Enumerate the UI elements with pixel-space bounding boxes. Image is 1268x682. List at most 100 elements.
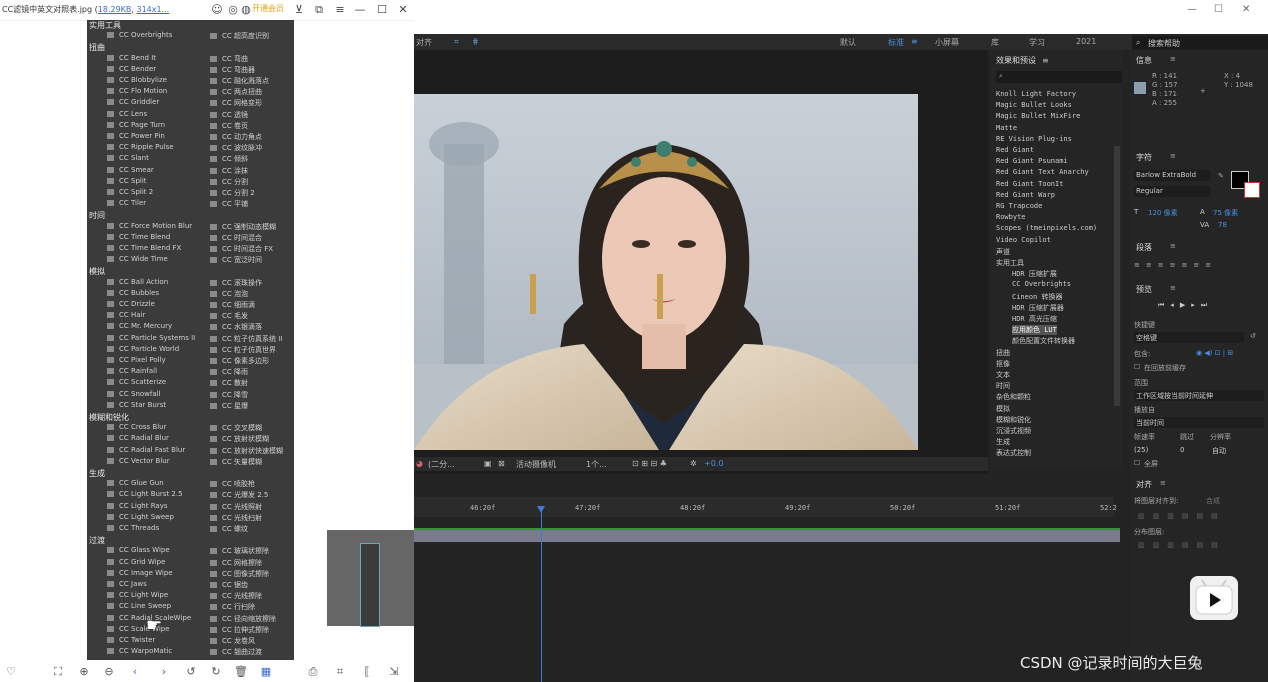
effect-category-item[interactable]: Scopes (tmeinpixels.com): [996, 224, 1097, 232]
effect-item[interactable]: HDR 高光压缩: [1012, 314, 1057, 324]
effects-scrollbar[interactable]: [1114, 146, 1120, 406]
search-help-box[interactable]: ⌕ 搜索帮助: [1132, 36, 1268, 50]
skip-dropdown[interactable]: 0: [1180, 446, 1184, 454]
coin-icon[interactable]: ◎: [226, 3, 240, 17]
navigator-viewport[interactable]: [360, 543, 380, 627]
effect-category-item[interactable]: RG Trapcode: [996, 202, 1042, 210]
close-icon[interactable]: ✕: [396, 3, 410, 17]
effect-category-item[interactable]: 表达式控制: [996, 448, 1031, 458]
menu-align[interactable]: 对齐: [416, 37, 432, 48]
cache-checkbox[interactable]: ☐: [1134, 363, 1140, 371]
preview-panel-menu-icon[interactable]: ≡: [1170, 284, 1176, 292]
effect-category-item[interactable]: Red Giant Warp: [996, 191, 1055, 199]
view-dropdown[interactable]: 1个...: [586, 459, 607, 470]
favorite-icon[interactable]: ♡: [4, 665, 18, 679]
effect-category-item[interactable]: 实用工具: [996, 258, 1024, 268]
playhead-handle[interactable]: [537, 506, 545, 513]
color-wheel-icon[interactable]: ◕: [416, 459, 423, 468]
workspace-2021[interactable]: 2021: [1076, 37, 1096, 46]
zoom-in-icon[interactable]: ⊕: [77, 665, 91, 679]
effect-category-item[interactable]: RE Vision Plug-ins: [996, 135, 1072, 143]
resolution-dropdown[interactable]: 自动: [1212, 446, 1226, 456]
print-icon[interactable]: ⎙: [306, 665, 320, 679]
play-from-dropdown[interactable]: 当前时间: [1134, 417, 1264, 428]
apps-icon[interactable]: ▦: [259, 665, 273, 679]
font-size-value[interactable]: 120 像素: [1148, 208, 1178, 218]
snap-icon[interactable]: ⌗: [454, 37, 459, 47]
effect-category-item[interactable]: Magic Bullet Looks: [996, 101, 1072, 109]
include-toggles[interactable]: ◉ ◀) ⊡ | ⊞: [1196, 349, 1233, 357]
grid-icon[interactable]: ⋕: [472, 37, 479, 46]
fast-preview-icon[interactable]: ⊡ ⊞ ⊟ ♣: [632, 459, 667, 468]
navigator-thumbnail[interactable]: [327, 530, 414, 627]
effect-category-item[interactable]: 时间: [996, 381, 1010, 391]
effect-item[interactable]: HDR 压缩扩展: [1012, 269, 1057, 279]
rotate-left-icon[interactable]: ↺: [184, 665, 198, 679]
effect-category-item[interactable]: Red Giant: [996, 146, 1034, 154]
effects-search-input[interactable]: ⌕: [996, 71, 1122, 83]
delete-icon[interactable]: 🗑: [234, 665, 248, 679]
ae-minimize-icon[interactable]: —: [1187, 4, 1197, 15]
fullscreen-checkbox[interactable]: ☐: [1134, 459, 1140, 467]
tracking-value[interactable]: 78: [1218, 221, 1227, 229]
workspace-small-screen[interactable]: 小屏幕: [935, 37, 959, 48]
effect-category-item[interactable]: 抠像: [996, 359, 1010, 369]
ocr-icon[interactable]: ⟦: [360, 665, 374, 679]
playhead[interactable]: [541, 506, 542, 682]
ae-maximize-icon[interactable]: ☐: [1214, 4, 1223, 15]
viewer-file-size-link[interactable]: 18.29KB: [98, 5, 132, 14]
effect-category-item[interactable]: Red Giant Psunami: [996, 157, 1068, 165]
effect-item[interactable]: 应用颜色 LUT: [1012, 325, 1057, 336]
info-panel-menu-icon[interactable]: ≡: [1170, 55, 1176, 63]
effect-category-item[interactable]: Matte: [996, 124, 1017, 132]
menu-icon[interactable]: ≡: [333, 3, 347, 17]
paragraph-align-buttons[interactable]: ≡≡≡≡≡≡≡: [1134, 261, 1217, 269]
effect-category-item[interactable]: 扭曲: [996, 348, 1010, 358]
effect-category-item[interactable]: Video Copilot: [996, 236, 1051, 244]
maximize-icon[interactable]: ☐: [375, 3, 389, 17]
effect-item[interactable]: HDR 压缩扩展器: [1012, 303, 1064, 313]
video-frame[interactable]: [414, 94, 918, 450]
effect-category-item[interactable]: 生成: [996, 437, 1010, 447]
effect-item[interactable]: CC Overbrights: [1012, 280, 1071, 288]
zoom-dropdown[interactable]: (二分...: [428, 459, 455, 470]
vip-button[interactable]: 开通会员: [252, 3, 284, 14]
align-buttons[interactable]: ▥▥▥▤▤▤: [1138, 512, 1226, 520]
pin-icon[interactable]: ⊻: [292, 3, 306, 17]
leading-value[interactable]: 75 像素: [1213, 208, 1238, 218]
search-help-input[interactable]: 搜索帮助: [1148, 38, 1180, 49]
stroke-color-swatch[interactable]: [1244, 182, 1260, 198]
workspace-library[interactable]: 库: [991, 37, 999, 48]
align-to-dropdown[interactable]: 合成: [1206, 496, 1220, 506]
zoom-out-icon[interactable]: ⊖: [102, 665, 116, 679]
workspace-default[interactable]: 默认: [840, 37, 856, 48]
effect-category-item[interactable]: Magic Bullet MixFire: [996, 112, 1080, 120]
exposure-value[interactable]: +0.0: [704, 459, 723, 468]
layer-track[interactable]: [414, 530, 1120, 542]
effect-category-item[interactable]: Red Giant ToonIt: [996, 180, 1063, 188]
eyedropper-icon[interactable]: ✎: [1218, 172, 1224, 180]
align-panel-menu-icon[interactable]: ≡: [1160, 479, 1166, 487]
frame-rate-dropdown[interactable]: (25): [1134, 446, 1148, 454]
safe-zones-icon[interactable]: ▣: [484, 459, 492, 468]
effect-item[interactable]: 颜色配置文件转换器: [1012, 336, 1075, 346]
exposure-reset-icon[interactable]: ✲: [690, 459, 697, 468]
fullscreen-icon[interactable]: ⧉: [312, 3, 326, 17]
effect-category-item[interactable]: 文本: [996, 370, 1010, 380]
character-panel-menu-icon[interactable]: ≡: [1170, 152, 1176, 160]
viewer-dims-link[interactable]: 314x1...: [137, 5, 170, 14]
effect-category-item[interactable]: Rowbyte: [996, 213, 1026, 221]
crop-icon[interactable]: ⌗: [333, 665, 347, 679]
export-icon[interactable]: ⇲: [387, 665, 401, 679]
avatar[interactable]: ☺: [210, 3, 224, 17]
reset-icon[interactable]: ↺: [1250, 332, 1256, 340]
effect-category-item[interactable]: 声道: [996, 247, 1010, 257]
minimize-icon[interactable]: —: [353, 3, 367, 17]
fit-screen-icon[interactable]: ⛶: [51, 665, 65, 679]
font-family-dropdown[interactable]: Barlow ExtraBold: [1134, 170, 1210, 181]
effect-category-item[interactable]: Knoll Light Factory: [996, 90, 1076, 98]
workspace-standard[interactable]: 标准: [888, 37, 904, 48]
grid-toggle-icon[interactable]: ⊠: [498, 459, 505, 468]
font-style-dropdown[interactable]: Regular: [1134, 186, 1210, 197]
rotate-right-icon[interactable]: ↻: [209, 665, 223, 679]
